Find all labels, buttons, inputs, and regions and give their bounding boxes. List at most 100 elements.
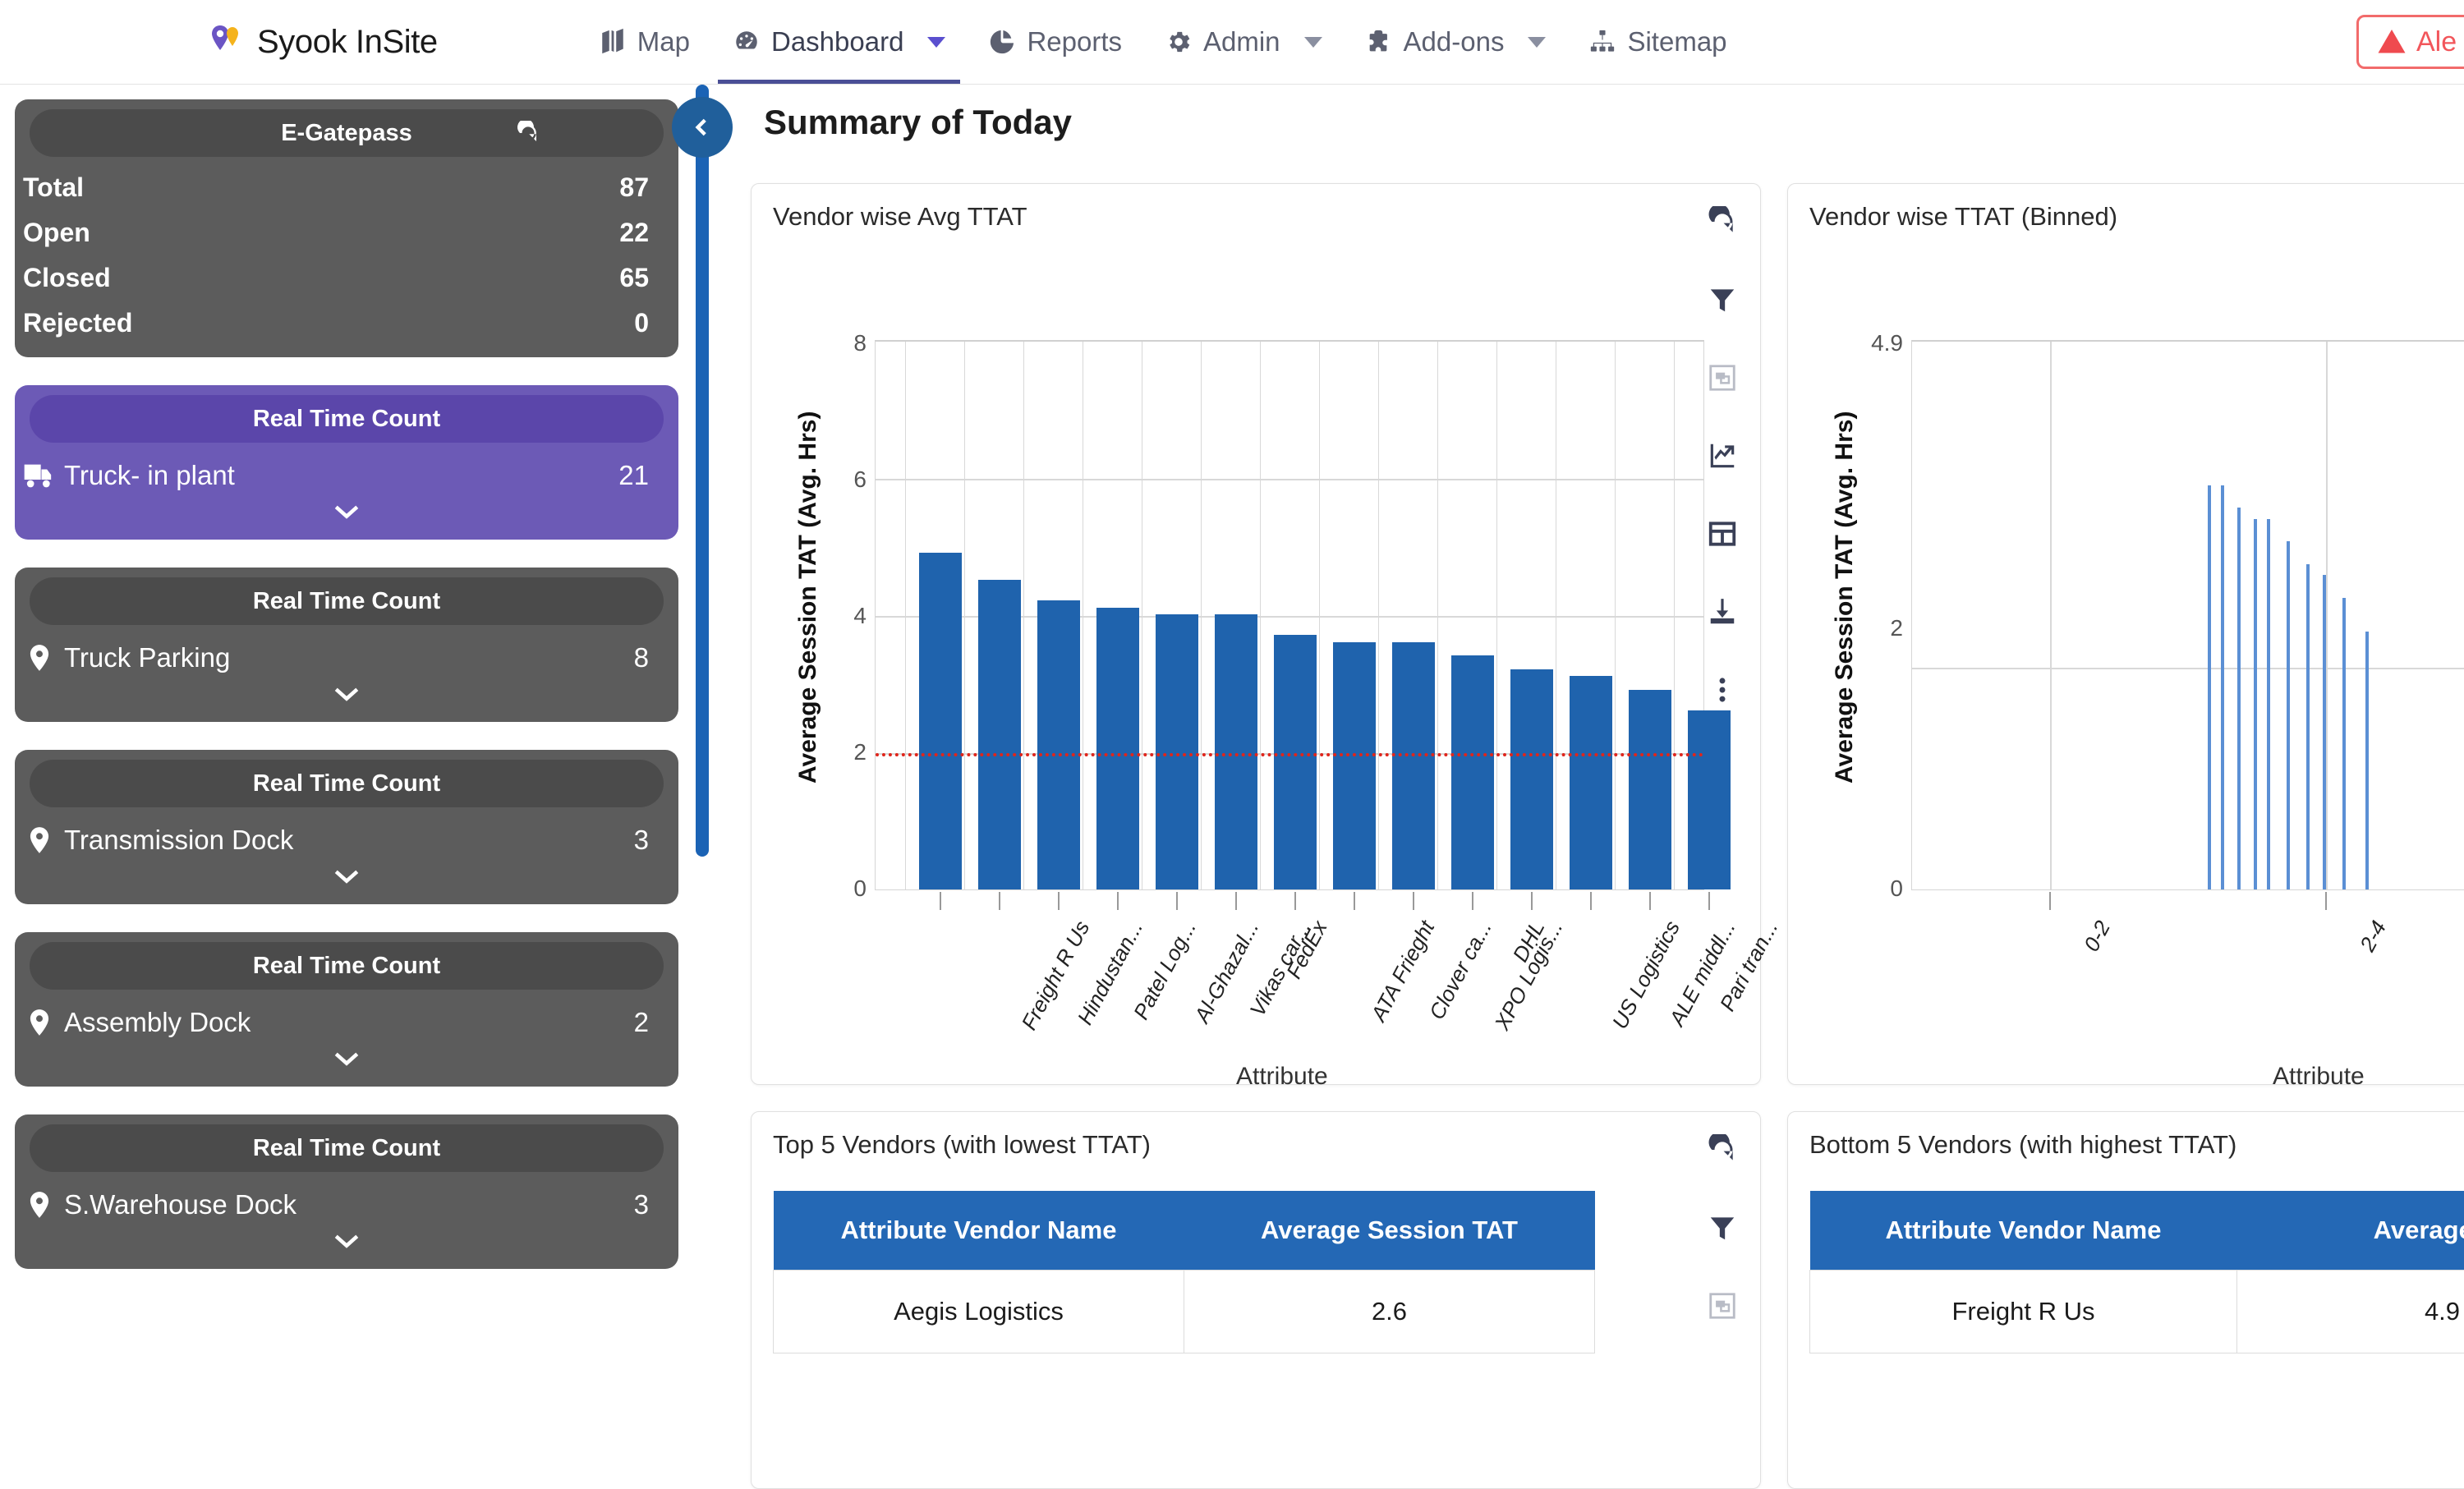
bar[interactable] bbox=[1037, 600, 1080, 889]
bar[interactable] bbox=[1510, 669, 1553, 889]
nav-item-addons[interactable]: Add-ons bbox=[1344, 0, 1568, 84]
chevron-down-icon[interactable] bbox=[1528, 37, 1546, 48]
nav-item-sitemap[interactable]: Sitemap bbox=[1567, 0, 1748, 84]
x-tickmark bbox=[1294, 892, 1296, 910]
bar[interactable] bbox=[1688, 710, 1731, 889]
bar[interactable] bbox=[2208, 485, 2211, 889]
panel-title: Vendor wise TTAT (Binned) bbox=[1809, 202, 2117, 232]
filter-icon[interactable] bbox=[1706, 1211, 1739, 1244]
bar[interactable] bbox=[2221, 485, 2224, 889]
nav-item-dashboard[interactable]: Dashboard bbox=[711, 0, 967, 84]
expand-chevron-icon[interactable] bbox=[15, 1042, 678, 1075]
expand-chevron-icon[interactable] bbox=[15, 678, 678, 710]
bar[interactable] bbox=[2254, 519, 2257, 889]
bar[interactable] bbox=[1392, 642, 1435, 889]
realtime-card-transmission-dock[interactable]: Real Time Count Transmission Dock 3 bbox=[15, 750, 678, 904]
sidebar-collapse-button[interactable] bbox=[672, 97, 733, 158]
table-header-row: Attribute Vendor Name Average Session TA… bbox=[774, 1191, 1595, 1271]
x-tickmark bbox=[1117, 892, 1119, 910]
alert-button[interactable]: Ale bbox=[2356, 15, 2464, 69]
x-tick-label: 2-4 bbox=[2355, 917, 2392, 956]
realtime-card-body: Assembly Dock 2 bbox=[15, 998, 678, 1042]
warning-triangle-icon bbox=[2377, 27, 2407, 57]
chevron-down-icon[interactable] bbox=[1304, 37, 1322, 48]
x-tickmark bbox=[1531, 892, 1533, 910]
expand-chevron-icon[interactable] bbox=[15, 1225, 678, 1257]
nav-item-sitemap-label: Sitemap bbox=[1627, 26, 1726, 57]
refresh-icon[interactable] bbox=[516, 121, 540, 145]
x-tickmark bbox=[2049, 892, 2051, 910]
page-title: Summary of Today bbox=[764, 103, 1072, 142]
x-tickmark bbox=[999, 892, 1000, 910]
chevron-left-icon bbox=[692, 114, 713, 140]
realtime-card-body: Truck Parking 8 bbox=[15, 633, 678, 678]
alert-button-label: Ale bbox=[2416, 26, 2457, 58]
chevron-down-icon[interactable] bbox=[927, 37, 945, 48]
realtime-card-assembly-dock[interactable]: Real Time Count Assembly Dock 2 bbox=[15, 932, 678, 1087]
x-tickmark bbox=[1235, 892, 1237, 910]
bar[interactable] bbox=[1570, 676, 1612, 889]
bar[interactable] bbox=[978, 580, 1021, 889]
expand-chevron-icon[interactable] bbox=[15, 860, 678, 893]
dashboard-icon bbox=[733, 28, 761, 56]
nav-item-addons-label: Add-ons bbox=[1404, 26, 1505, 57]
bar[interactable] bbox=[1274, 635, 1317, 889]
x-tickmark bbox=[1413, 892, 1414, 910]
nav-item-map[interactable]: Map bbox=[577, 0, 711, 84]
gatepass-label: Rejected bbox=[23, 308, 132, 338]
column-header-vendor-name[interactable]: Attribute Vendor Name bbox=[1810, 1191, 2237, 1271]
y-tick: 4.9 bbox=[1846, 330, 1903, 356]
realtime-card-name: Truck- in plant bbox=[64, 460, 235, 491]
gridline-v bbox=[905, 342, 906, 889]
realtime-card-header: Real Time Count bbox=[30, 577, 664, 625]
bar[interactable] bbox=[2306, 564, 2310, 889]
realtime-card-s-warehouse-dock[interactable]: Real Time Count S.Warehouse Dock 3 bbox=[15, 1114, 678, 1269]
bar[interactable] bbox=[2323, 575, 2326, 889]
location-icon bbox=[23, 1006, 57, 1039]
nav-item-admin[interactable]: Admin bbox=[1143, 0, 1344, 84]
bar[interactable] bbox=[2342, 598, 2346, 889]
bar[interactable] bbox=[1215, 614, 1257, 889]
bar[interactable] bbox=[2287, 541, 2290, 889]
nav-item-reports[interactable]: Reports bbox=[967, 0, 1143, 84]
bar[interactable] bbox=[1629, 690, 1671, 889]
bar[interactable] bbox=[1333, 642, 1376, 889]
gatepass-value: 22 bbox=[619, 218, 649, 248]
realtime-card-truck-in-plant[interactable]: Real Time Count Truck- in plant 21 bbox=[15, 385, 678, 540]
bar[interactable] bbox=[1096, 608, 1139, 889]
brand-logo-area[interactable]: Syook InSite bbox=[209, 24, 438, 61]
refresh-icon[interactable] bbox=[1706, 205, 1739, 238]
column-header-avg-session-tat[interactable]: Average Session TAT bbox=[1184, 1191, 1595, 1271]
focus-icon[interactable] bbox=[1706, 1289, 1739, 1322]
realtime-card-header: Real Time Count bbox=[30, 760, 664, 807]
realtime-card-truck-parking[interactable]: Real Time Count Truck Parking 8 bbox=[15, 568, 678, 722]
e-gatepass-title: E-Gatepass bbox=[281, 120, 412, 147]
column-header-avg-session-tat[interactable]: Average Se bbox=[2237, 1191, 2464, 1271]
refresh-icon[interactable] bbox=[1706, 1133, 1739, 1166]
gridline-v bbox=[1201, 342, 1202, 889]
bar[interactable] bbox=[2365, 632, 2369, 889]
bar[interactable] bbox=[1451, 655, 1494, 889]
y-tick: 6 bbox=[834, 466, 867, 493]
gatepass-row-total: Total 87 bbox=[15, 165, 678, 210]
realtime-card-body: Truck- in plant 21 bbox=[15, 451, 678, 495]
plot-area bbox=[875, 340, 1704, 890]
bar[interactable] bbox=[2237, 508, 2241, 889]
column-header-vendor-name[interactable]: Attribute Vendor Name bbox=[774, 1191, 1184, 1271]
panel-title: Vendor wise Avg TTAT bbox=[773, 202, 1027, 232]
table-row[interactable]: Freight R Us 4.9 bbox=[1810, 1271, 2464, 1353]
expand-chevron-icon[interactable] bbox=[15, 495, 678, 528]
realtime-card-name: Assembly Dock bbox=[64, 1007, 251, 1038]
bar[interactable] bbox=[1156, 614, 1198, 889]
gridline-v bbox=[1260, 342, 1261, 889]
bar[interactable] bbox=[919, 553, 962, 889]
x-tickmark bbox=[1176, 892, 1178, 910]
sidebar-resize-splitter[interactable] bbox=[696, 85, 709, 857]
y-tick: 2 bbox=[834, 739, 867, 765]
realtime-card-header: Real Time Count bbox=[30, 1124, 664, 1172]
table-row[interactable]: Aegis Logistics 2.6 bbox=[774, 1271, 1595, 1353]
realtime-card-title: Real Time Count bbox=[253, 406, 440, 433]
e-gatepass-card: E-Gatepass Total 87 Open 22 Closed 65 Re… bbox=[15, 99, 678, 357]
gridline-h bbox=[1912, 668, 2464, 669]
bar[interactable] bbox=[2267, 519, 2270, 889]
